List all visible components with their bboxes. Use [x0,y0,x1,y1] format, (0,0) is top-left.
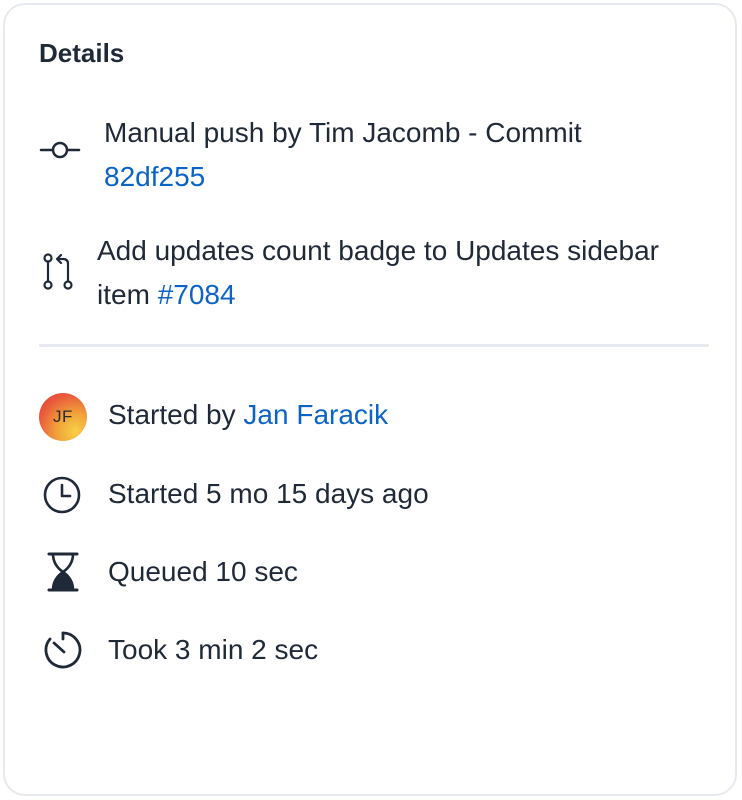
queued-text: Queued 10 sec [108,556,298,587]
pull-request-link[interactable]: #7084 [158,279,236,310]
commit-text: Manual push by Tim Jacomb - Commit 82df2… [104,111,582,199]
divider [39,344,709,347]
git-commit-icon [39,141,81,159]
pull-request-text: Add updates count badge to Updates sideb… [97,229,717,317]
started-by-user-link[interactable]: Jan Faracik [243,399,388,430]
avatar[interactable]: JF [39,393,87,441]
git-pull-request-icon [43,253,73,290]
commit-hash-link[interactable]: 82df255 [104,161,205,192]
card-title: Details [39,38,125,68]
clock-icon [43,476,81,514]
started-by-label: Started by [108,399,236,430]
commit-description: Manual push by Tim Jacomb - Commit [104,117,582,148]
timer-icon [44,631,82,669]
pull-request-row: Add updates count badge to Updates sideb… [97,229,717,317]
started-by-row: Started by Jan Faracik [108,397,388,433]
details-card: Details Manual push by Tim Jacomb - Comm… [3,3,737,796]
hourglass-icon [47,552,79,592]
commit-row: Manual push by Tim Jacomb - Commit 82df2… [104,111,684,199]
duration-text: Took 3 min 2 sec [108,634,319,665]
started-time-text: Started 5 mo 15 days ago [108,478,429,509]
